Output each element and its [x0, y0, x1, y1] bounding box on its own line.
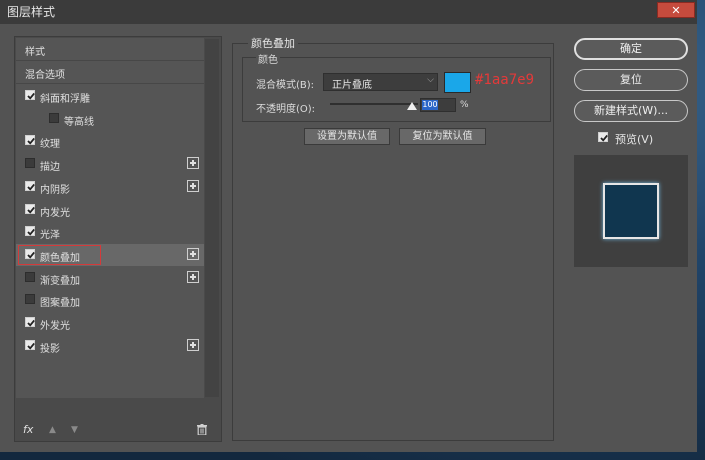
move-down-icon[interactable]: ▼ [71, 425, 78, 435]
styles-panel: 样式 混合选项 斜面和浮雕 等高线 纹理 描边 内阴影 内发光 光泽 颜色叠加 渐变叠加 图案叠加… [14, 36, 222, 442]
style-item[interactable]: 描边 [16, 153, 204, 175]
reset-default-button[interactable]: 复位为默认值 [399, 128, 486, 145]
ok-button[interactable]: 确定 [574, 38, 688, 60]
style-checkbox[interactable] [25, 135, 35, 145]
style-checkbox[interactable] [25, 294, 35, 304]
opacity-unit: % [460, 100, 469, 110]
checkmark-icon [27, 342, 35, 350]
opacity-slider-handle[interactable] [407, 102, 417, 110]
styles-scrollbar[interactable] [205, 39, 219, 397]
style-item[interactable]: 纹理 [16, 130, 204, 152]
style-item[interactable]: 光泽 [16, 221, 204, 243]
title-bar[interactable]: 图层样式 ✕ [0, 0, 697, 24]
preview-checkbox[interactable] [598, 132, 608, 142]
add-effect-icon[interactable] [187, 248, 199, 260]
blend-options-label: 混合选项 [25, 70, 65, 81]
add-effect-icon[interactable] [187, 339, 199, 351]
blend-mode-value: 正片叠底 [332, 80, 372, 91]
style-item-label: 光泽 [40, 230, 60, 241]
style-checkbox[interactable] [25, 340, 35, 350]
fx-button[interactable]: fx [23, 423, 33, 436]
add-effect-icon[interactable] [187, 271, 199, 283]
style-item-label: 外发光 [40, 321, 70, 332]
style-item-label: 纹理 [40, 139, 60, 150]
style-preview [574, 155, 688, 267]
style-item-label: 等高线 [64, 117, 94, 128]
preview-thumbnail [603, 183, 659, 239]
style-item-label: 内发光 [40, 208, 70, 219]
layer-style-dialog: 图层样式 ✕ 样式 混合选项 斜面和浮雕等高线 纹理描边内阴影内发光光泽 颜色叠加渐… [0, 0, 697, 452]
add-effect-icon[interactable] [187, 157, 199, 169]
style-item[interactable]: 内发光 [16, 199, 204, 221]
opacity-label: 不透明度(O): [256, 104, 316, 115]
set-default-button[interactable]: 设置为默认值 [304, 128, 390, 145]
style-item-label: 斜面和浮雕 [40, 94, 90, 105]
preview-label: 预览(V) [615, 133, 654, 146]
style-item[interactable]: 投影 [16, 335, 204, 357]
blend-options-item[interactable]: 混合选项 [16, 61, 204, 84]
close-button[interactable]: ✕ [657, 2, 695, 18]
opacity-slider-track[interactable] [330, 103, 418, 105]
style-item-label: 描边 [40, 162, 60, 173]
style-item-label: 投影 [40, 344, 60, 355]
styles-list: 样式 混合选项 斜面和浮雕 等高线 纹理 描边 内阴影 内发光 光泽 颜色叠加 渐变叠加 图案叠加… [16, 38, 204, 398]
checkmark-icon [27, 183, 35, 191]
selected-item-highlight [18, 245, 101, 265]
color-swatch[interactable] [444, 72, 471, 93]
checkmark-icon [27, 228, 35, 236]
style-item[interactable]: 等高线 [16, 108, 204, 130]
checkmark-icon [600, 134, 608, 142]
color-hex-annotation: #1aa7e9 [475, 72, 535, 88]
style-item[interactable]: 内阴影 [16, 176, 204, 198]
styles-header[interactable]: 样式 [16, 38, 204, 61]
move-up-icon[interactable]: ▲ [49, 425, 56, 435]
add-effect-icon[interactable] [187, 180, 199, 192]
style-checkbox[interactable] [25, 204, 35, 214]
checkmark-icon [27, 319, 35, 327]
opacity-input[interactable]: 100 [420, 98, 456, 112]
style-item-label: 内阴影 [40, 185, 70, 196]
reset-button[interactable]: 复位 [574, 69, 688, 91]
section-title: 颜色叠加 [248, 35, 298, 51]
style-checkbox[interactable] [25, 317, 35, 327]
checkmark-icon [27, 206, 35, 214]
style-item[interactable]: 外发光 [16, 312, 204, 334]
style-item-label: 图案叠加 [40, 298, 80, 309]
style-checkbox[interactable] [25, 158, 35, 168]
chevron-down-icon: ⌵ [427, 75, 434, 85]
close-icon: ✕ [671, 4, 681, 17]
checkmark-icon [27, 137, 35, 145]
style-item[interactable]: 斜面和浮雕 [16, 85, 204, 107]
styles-bottom-bar: fx ▲ ▼ [15, 419, 221, 441]
blend-mode-select[interactable]: 正片叠底 ⌵ [323, 73, 438, 91]
style-checkbox[interactable] [49, 113, 59, 123]
new-style-button[interactable]: 新建样式(W)... [574, 100, 688, 122]
trash-icon[interactable] [197, 424, 207, 435]
style-item[interactable]: 渐变叠加 [16, 267, 204, 289]
checkmark-icon [27, 92, 35, 100]
style-item-label: 渐变叠加 [40, 276, 80, 287]
style-checkbox[interactable] [25, 272, 35, 282]
blend-mode-label: 混合模式(B): [256, 80, 315, 91]
opacity-value: 100 [422, 100, 438, 110]
group-title: 颜色 [256, 51, 280, 66]
style-item[interactable]: 图案叠加 [16, 289, 204, 311]
styles-header-label: 样式 [25, 47, 45, 58]
dialog-title: 图层样式 [7, 5, 56, 19]
style-checkbox[interactable] [25, 226, 35, 236]
style-checkbox[interactable] [25, 181, 35, 191]
style-checkbox[interactable] [25, 90, 35, 100]
